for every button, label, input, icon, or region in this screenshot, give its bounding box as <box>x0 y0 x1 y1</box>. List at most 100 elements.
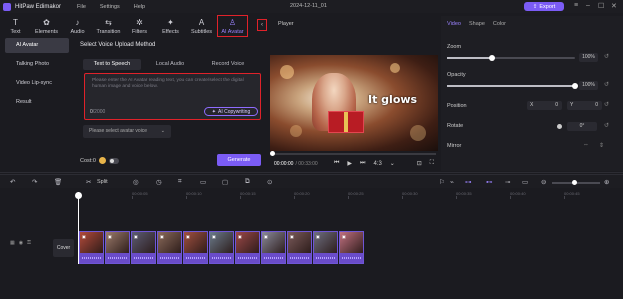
split-icon[interactable]: ✂ <box>86 178 91 186</box>
play-icon[interactable]: ▶ <box>347 160 352 167</box>
collapse-panel-button[interactable]: ‹ <box>257 19 267 31</box>
video-clip[interactable]: ▣ <box>261 231 287 264</box>
zoom-value[interactable]: 100% <box>579 53 598 62</box>
mirror-horizontal-icon[interactable]: ⇔ <box>583 142 589 148</box>
menu-help[interactable]: Help <box>134 4 145 10</box>
opacity-slider-knob[interactable] <box>572 83 578 89</box>
position-x-input[interactable]: X 0 <box>527 101 562 110</box>
video-clip[interactable]: ▣ <box>131 231 157 264</box>
track-lock-icon[interactable]: ⚿ <box>27 240 31 246</box>
tool-text[interactable]: T Text <box>0 15 31 37</box>
sidebar-item-talking-photo[interactable]: Talking Photo <box>5 57 69 72</box>
video-clip[interactable]: ▣ <box>209 231 235 264</box>
ripple-icon[interactable]: ⊸ <box>505 178 510 186</box>
video-clip[interactable]: ▣ <box>339 231 365 264</box>
timeline-ruler[interactable]: 000:00:0500:00:1000:00:1500:00:2000:00:2… <box>0 190 623 199</box>
reset-icon[interactable]: ↺ <box>604 101 609 108</box>
subtitle-icon[interactable]: ▭ <box>200 178 206 186</box>
bokeh-light <box>280 65 294 79</box>
menu-settings[interactable]: Settings <box>100 4 120 10</box>
sidebar-item-ai-avatar[interactable]: AI Avatar <box>5 38 69 53</box>
tool-filters[interactable]: ✲ Filters <box>124 15 155 37</box>
freeze-icon[interactable]: ▢ <box>222 178 228 186</box>
generate-button[interactable]: Generate <box>217 154 261 166</box>
tool-effects[interactable]: ✦ Effects <box>155 15 186 37</box>
tool-transition[interactable]: ⇆ Transition <box>93 15 124 37</box>
avatar-voice-select[interactable]: Please select avatar voice ⌄ <box>83 125 171 138</box>
next-frame-icon[interactable]: ⏭ <box>360 160 365 167</box>
sidebar-item-result[interactable]: Result <box>5 95 69 110</box>
video-clip[interactable]: ▣ <box>105 231 131 264</box>
progress-knob[interactable] <box>270 151 275 156</box>
video-preview[interactable]: It glows <box>270 55 438 151</box>
speed-icon[interactable]: ◷ <box>156 178 162 186</box>
marker-icon[interactable]: ⚐ <box>439 178 445 186</box>
tab-shape[interactable]: Shape <box>469 21 485 27</box>
reset-icon[interactable]: ↺ <box>604 53 609 60</box>
delete-icon[interactable]: 🗑 <box>54 178 62 186</box>
snap-icon[interactable]: ⌁ <box>450 178 454 186</box>
video-clip[interactable]: ▣ <box>79 231 105 264</box>
tool-ai-avatar[interactable]: ♙ AI Avatar <box>217 15 248 37</box>
cost-toggle[interactable] <box>108 157 119 164</box>
ai-copywriting-button[interactable]: ✦ AI Copywriting <box>204 107 258 116</box>
audio-waveform <box>106 253 130 263</box>
track-visibility-icon[interactable]: ◉ <box>19 240 23 246</box>
mirror-vertical-icon[interactable]: ⇕ <box>599 142 604 149</box>
mask-icon[interactable]: ◎ <box>133 178 139 186</box>
video-clip[interactable]: ▣ <box>235 231 261 264</box>
tab-local-audio[interactable]: Local Audio <box>141 59 199 70</box>
fullscreen-icon[interactable]: ⛶ <box>430 160 434 167</box>
export-button[interactable]: ⇪ Export <box>524 2 564 11</box>
undo-icon[interactable]: ↶ <box>10 178 15 186</box>
timeline-zoom-slider[interactable] <box>552 180 600 185</box>
tool-subtitles[interactable]: A Subtitles <box>186 15 217 37</box>
link-icon[interactable]: ⊶ <box>465 178 472 186</box>
rotate-value[interactable]: 0° <box>567 122 597 131</box>
reset-icon[interactable]: ↺ <box>604 122 609 129</box>
preview-icon[interactable]: ▭ <box>522 178 528 186</box>
avatar-text-input[interactable]: Please enter the AI Avatar reading text,… <box>84 73 261 120</box>
zoom-slider-knob[interactable] <box>488 55 495 61</box>
tab-text-to-speech[interactable]: Text to Speech <box>83 59 141 70</box>
reset-icon[interactable]: ↺ <box>604 81 609 88</box>
timeline-zoom-knob[interactable] <box>572 180 577 185</box>
tab-video[interactable]: Video <box>447 21 461 27</box>
opacity-slider[interactable] <box>447 83 578 89</box>
minimize-icon[interactable]: – <box>586 2 590 9</box>
video-clip[interactable]: ▣ <box>313 231 339 264</box>
record-icon[interactable]: ⊙ <box>267 178 272 186</box>
tool-audio[interactable]: ♪ Audio <box>62 15 93 37</box>
aspect-ratio-select[interactable]: 4:3 <box>373 161 381 167</box>
redo-icon[interactable]: ↷ <box>32 178 37 186</box>
player-progress-bar[interactable] <box>270 151 436 156</box>
tool-elements[interactable]: ✿ Elements <box>31 15 62 37</box>
menu-icon[interactable]: ≡ <box>574 2 578 9</box>
chevron-down-icon[interactable]: ⌄ <box>390 160 395 167</box>
position-y-input[interactable]: Y 0 <box>567 101 602 110</box>
prev-frame-icon[interactable]: ⏮ <box>334 160 339 167</box>
zoom-in-icon[interactable]: ⊕ <box>604 178 609 186</box>
rotate-dial[interactable] <box>557 124 562 129</box>
video-clip[interactable]: ▣ <box>183 231 209 264</box>
video-clip[interactable]: ▣ <box>157 231 183 264</box>
screenshot-icon[interactable]: ⧉ <box>245 178 250 186</box>
playhead[interactable] <box>75 192 82 264</box>
close-icon[interactable]: ✕ <box>611 2 617 10</box>
sidebar-item-video-lip-sync[interactable]: Video Lip-sync <box>5 76 69 91</box>
feature-toolbar: T Text ✿ Elements ♪ Audio ⇆ Transition ✲ Filters ✦… <box>0 13 268 37</box>
maximize-icon[interactable]: ☐ <box>598 2 604 10</box>
tab-color[interactable]: Color <box>493 21 506 27</box>
char-count-max: /2000 <box>92 109 106 115</box>
opacity-value[interactable]: 100% <box>579 81 598 90</box>
zoom-out-icon[interactable]: ⊖ <box>541 178 546 186</box>
magnet-icon[interactable]: ⊷ <box>486 178 493 186</box>
split-label[interactable]: Split <box>97 179 108 185</box>
menu-file[interactable]: File <box>77 4 86 10</box>
tab-record-voice[interactable]: Record Voice <box>199 59 257 70</box>
crop-icon[interactable]: ⌗ <box>178 178 182 186</box>
video-clip[interactable]: ▣ <box>287 231 313 264</box>
fit-icon[interactable]: ⊡ <box>417 160 422 167</box>
cover-button[interactable]: Cover <box>53 239 74 257</box>
zoom-slider[interactable] <box>447 55 575 61</box>
